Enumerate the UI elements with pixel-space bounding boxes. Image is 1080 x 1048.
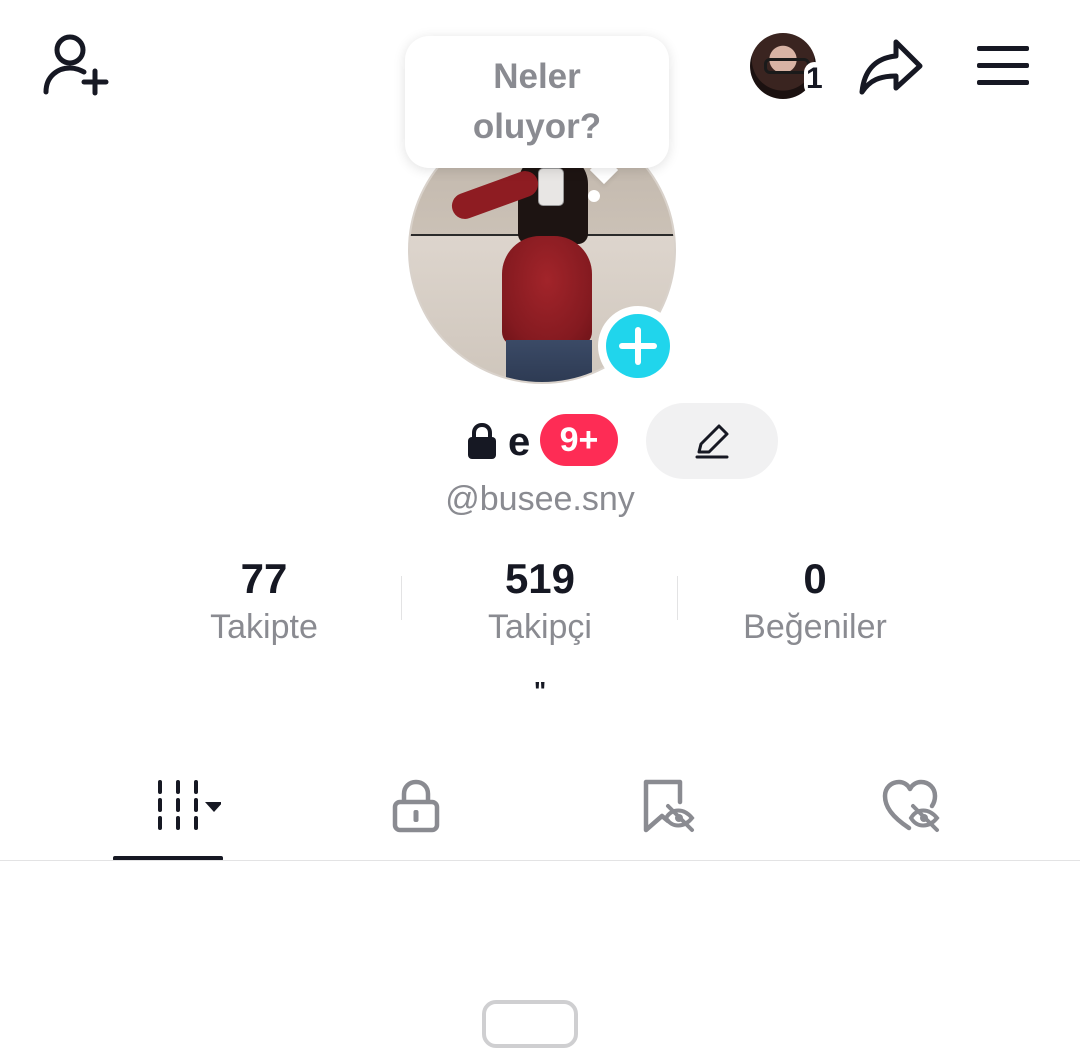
edit-profile-button[interactable] xyxy=(646,403,778,479)
photo-detail xyxy=(502,236,592,346)
stat-value: 0 xyxy=(803,555,827,602)
tab-saved[interactable] xyxy=(608,768,728,844)
bubble-text-line1: Neler xyxy=(493,57,581,96)
profile-name: e xyxy=(508,420,531,464)
stat-value: 77 xyxy=(240,555,288,602)
videos-grid-icon xyxy=(158,780,221,830)
private-account-lock-icon xyxy=(466,422,498,460)
stat-likes[interactable]: 0 Beğeniler xyxy=(695,556,935,652)
stat-label: Beğeniler xyxy=(743,608,887,646)
add-story-circle xyxy=(606,314,670,378)
stat-followers[interactable]: 519 Takipçi xyxy=(420,556,660,652)
photo-detail xyxy=(538,168,564,206)
tab-liked[interactable] xyxy=(852,768,972,844)
tab-videos[interactable] xyxy=(118,768,238,844)
heart-hidden-icon xyxy=(882,779,940,832)
person-add-icon xyxy=(43,34,109,96)
lock-icon xyxy=(392,779,440,833)
photo-detail xyxy=(506,340,592,382)
bubble-dot xyxy=(588,190,600,202)
stat-divider xyxy=(677,576,678,620)
stat-label: Takipçi xyxy=(488,608,592,646)
notification-badge[interactable]: 9+ xyxy=(540,414,618,466)
stat-value: 519 xyxy=(504,555,576,602)
avatar-notification-count: 1 xyxy=(804,62,825,96)
status-bubble[interactable]: Neler oluyor? xyxy=(405,36,669,168)
add-friend-button[interactable] xyxy=(40,32,112,98)
share-button[interactable] xyxy=(858,34,926,98)
add-story-button[interactable] xyxy=(598,306,678,386)
stat-following[interactable]: 77 Takipte xyxy=(144,556,384,652)
empty-state-icon xyxy=(482,1000,578,1048)
menu-button[interactable] xyxy=(975,44,1031,88)
plus-icon xyxy=(619,327,657,365)
stat-divider xyxy=(401,576,402,620)
tab-private[interactable] xyxy=(356,768,476,844)
hamburger-menu-icon xyxy=(977,46,1029,85)
tabs-divider xyxy=(0,860,1080,861)
pencil-icon xyxy=(695,424,729,459)
username: @busee.sny xyxy=(445,480,635,518)
bookmark-hidden-icon xyxy=(643,779,695,833)
bio-text: " xyxy=(533,676,547,706)
share-arrow-icon xyxy=(859,39,923,95)
bubble-text-line2: oluyor? xyxy=(472,107,602,146)
stat-label: Takipte xyxy=(210,608,318,646)
